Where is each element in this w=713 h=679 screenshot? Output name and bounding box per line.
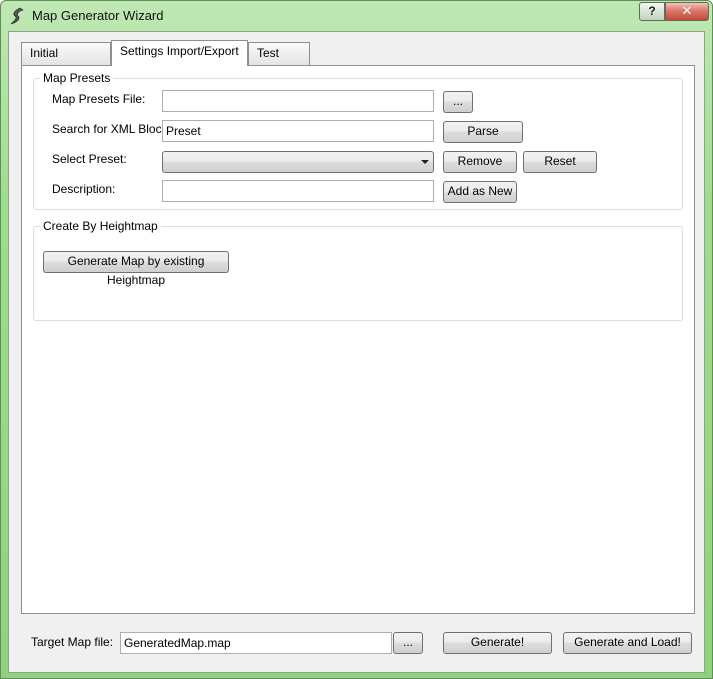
tab-panel-settings-import-export: Map Presets Map Presets File: ... Search… — [21, 65, 695, 614]
app-logo-icon — [10, 7, 24, 25]
description-label: Description: — [52, 182, 116, 196]
select-preset-dropdown[interactable] — [162, 151, 434, 173]
add-as-new-button[interactable]: Add as New — [443, 181, 517, 203]
heightmap-title: Create By Heightmap — [40, 219, 161, 233]
map-presets-browse-button[interactable]: ... — [443, 91, 473, 113]
map-presets-file-label: Map Presets File: — [52, 92, 146, 106]
chevron-down-icon — [421, 160, 429, 164]
map-presets-file-field[interactable] — [162, 90, 434, 112]
target-map-file-label: Target Map file: — [31, 635, 114, 649]
generate-button[interactable]: Generate! — [443, 632, 552, 654]
tab-test-tool[interactable]: Test Tool — [248, 42, 310, 81]
description-field[interactable] — [162, 180, 434, 202]
parse-button[interactable]: Parse — [443, 121, 523, 143]
heightmap-group: Create By Heightmap Generate Map by exis… — [33, 219, 683, 321]
generate-and-load-button[interactable]: Generate and Load! — [563, 632, 692, 654]
tab-settings-import-export[interactable]: Settings Import/Export — [111, 40, 248, 66]
map-presets-group: Map Presets Map Presets File: ... Search… — [33, 71, 683, 210]
help-button[interactable]: ? — [639, 2, 665, 21]
close-button[interactable]: ✕ — [665, 2, 709, 21]
window-title: Map Generator Wizard — [32, 8, 164, 23]
select-preset-label: Select Preset: — [52, 152, 127, 166]
target-map-file-field[interactable] — [120, 632, 392, 654]
map-presets-title: Map Presets — [40, 71, 114, 85]
target-map-browse-button[interactable]: ... — [393, 632, 423, 654]
tab-initial-settings[interactable]: Initial Settings — [21, 42, 111, 81]
title-bar[interactable]: Map Generator Wizard ? ✕ — [1, 1, 712, 31]
map-generator-window: Map Generator Wizard ? ✕ Initial Setting… — [0, 0, 713, 679]
generate-by-heightmap-button[interactable]: Generate Map by existing Heightmap — [43, 251, 229, 287]
remove-preset-button[interactable]: Remove — [443, 151, 517, 173]
dialog-client-area: Initial Settings Settings Import/Export … — [8, 31, 705, 673]
xml-block-label: Search for XML Block: — [52, 122, 171, 136]
xml-block-field[interactable] — [162, 120, 434, 142]
reset-preset-button[interactable]: Reset — [523, 151, 597, 173]
